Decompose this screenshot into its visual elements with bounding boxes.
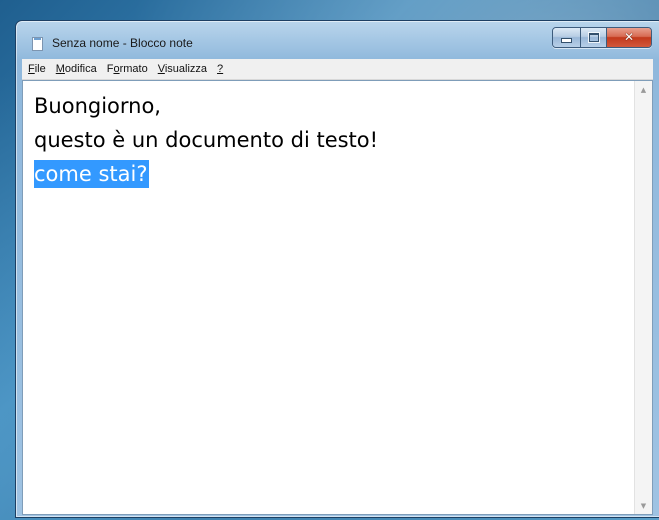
menu-bar: File Modifica Formato Visualizza ? bbox=[22, 59, 653, 80]
window-title: Senza nome - Blocco note bbox=[52, 36, 193, 50]
close-button[interactable]: ✕ bbox=[607, 28, 651, 47]
notepad-icon[interactable] bbox=[32, 37, 43, 51]
text-content[interactable]: Buongiorno, questo è un documento di tes… bbox=[34, 89, 632, 514]
menu-visualizza-label: isualizza bbox=[164, 63, 208, 75]
text-editor[interactable]: Buongiorno, questo è un documento di tes… bbox=[22, 80, 653, 515]
maximize-button[interactable] bbox=[581, 28, 607, 47]
scroll-up-arrow-icon: ▲ bbox=[640, 85, 647, 94]
text-line[interactable]: Buongiorno, bbox=[34, 89, 632, 123]
menu-file-accel: F bbox=[28, 63, 35, 75]
menu-help-accel: ? bbox=[217, 63, 224, 75]
menu-help[interactable]: ? bbox=[213, 60, 227, 78]
text-line[interactable]: questo è un documento di testo! bbox=[34, 123, 632, 157]
scroll-down-button[interactable]: ▼ bbox=[635, 497, 652, 514]
caption-buttons: ✕ bbox=[552, 27, 652, 48]
menu-visualizza[interactable]: Visualizza bbox=[154, 60, 211, 78]
minimize-icon bbox=[561, 38, 572, 43]
menu-modifica-accel: M bbox=[55, 63, 65, 75]
menu-file[interactable]: File bbox=[24, 60, 50, 78]
notepad-window: Senza nome - Blocco note ✕ File Modifica… bbox=[15, 20, 659, 518]
minimize-button[interactable] bbox=[553, 28, 581, 47]
menu-modifica-label: odifica bbox=[64, 63, 97, 75]
vertical-scrollbar[interactable]: ▲ ▼ bbox=[634, 81, 652, 514]
menu-formato-label: rmato bbox=[119, 63, 148, 75]
selected-text-line[interactable]: come stai? bbox=[34, 157, 632, 191]
menu-modifica[interactable]: Modifica bbox=[52, 60, 101, 78]
close-icon: ✕ bbox=[623, 30, 635, 44]
maximize-icon bbox=[588, 33, 599, 42]
menu-file-label: ile bbox=[34, 63, 46, 75]
menu-formato[interactable]: Formato bbox=[103, 60, 152, 78]
scroll-up-button[interactable]: ▲ bbox=[635, 81, 652, 98]
scroll-down-arrow-icon: ▼ bbox=[640, 501, 647, 510]
title-bar[interactable]: Senza nome - Blocco note ✕ bbox=[16, 21, 659, 51]
menu-visualizza-accel: V bbox=[157, 63, 165, 75]
text-selection[interactable]: come stai? bbox=[34, 160, 150, 188]
